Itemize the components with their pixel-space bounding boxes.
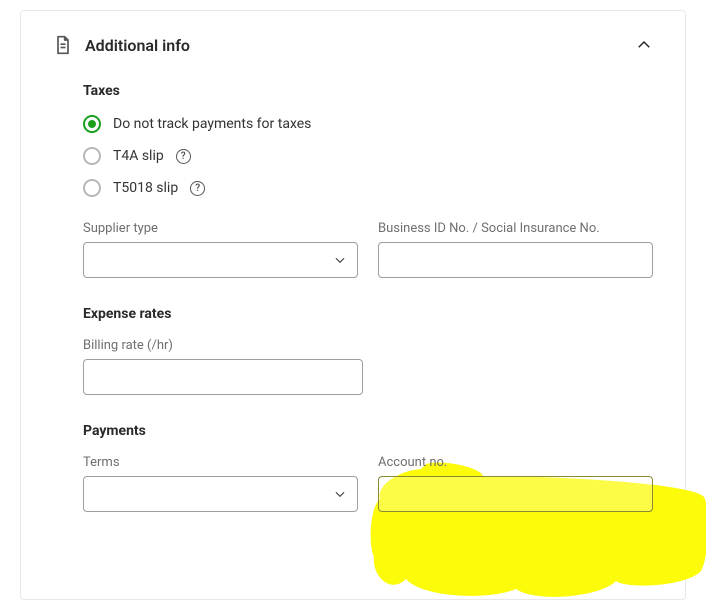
supplier-type-field: Supplier type: [83, 221, 358, 278]
radio-indicator-icon: [83, 147, 101, 165]
collapse-chevron-icon[interactable]: [635, 36, 653, 54]
additional-info-panel: Additional info Taxes Do not track payme…: [20, 10, 686, 600]
chevron-down-icon: [333, 487, 347, 501]
billing-rate-label: Billing rate (/hr): [83, 338, 363, 353]
radio-indicator-icon: [83, 179, 101, 197]
radio-t4a-slip[interactable]: T4A slip ?: [83, 147, 653, 165]
radio-t5018-slip[interactable]: T5018 slip ?: [83, 179, 653, 197]
account-no-label: Account no.: [378, 455, 653, 470]
billing-rate-input[interactable]: [83, 359, 363, 395]
business-id-input[interactable]: [378, 242, 653, 278]
terms-select[interactable]: [83, 476, 358, 512]
account-no-field: Account no.: [378, 455, 653, 512]
help-icon[interactable]: ?: [190, 181, 205, 196]
payments-section: Payments Terms Account no.: [53, 423, 653, 512]
help-icon[interactable]: ?: [176, 149, 191, 164]
taxes-heading: Taxes: [83, 83, 653, 99]
expense-rates-section: Expense rates Billing rate (/hr): [53, 306, 653, 395]
radio-label: T5018 slip: [113, 180, 178, 196]
business-id-label: Business ID No. / Social Insurance No.: [378, 221, 653, 236]
supplier-type-label: Supplier type: [83, 221, 358, 236]
panel-title: Additional info: [85, 36, 190, 55]
business-id-field: Business ID No. / Social Insurance No.: [378, 221, 653, 278]
billing-rate-field: Billing rate (/hr): [83, 338, 363, 395]
document-icon: [53, 35, 73, 55]
chevron-down-icon: [333, 253, 347, 267]
radio-label: T4A slip: [113, 148, 164, 164]
terms-field: Terms: [83, 455, 358, 512]
payments-heading: Payments: [83, 423, 653, 439]
terms-label: Terms: [83, 455, 358, 470]
account-no-input[interactable]: [378, 476, 653, 512]
radio-do-not-track[interactable]: Do not track payments for taxes: [83, 115, 653, 133]
expense-rates-heading: Expense rates: [83, 306, 653, 322]
taxes-section: Taxes Do not track payments for taxes T4…: [53, 83, 653, 278]
supplier-type-select[interactable]: [83, 242, 358, 278]
radio-indicator-icon: [83, 115, 101, 133]
radio-label: Do not track payments for taxes: [113, 116, 311, 132]
tax-tracking-radio-group: Do not track payments for taxes T4A slip…: [83, 115, 653, 197]
